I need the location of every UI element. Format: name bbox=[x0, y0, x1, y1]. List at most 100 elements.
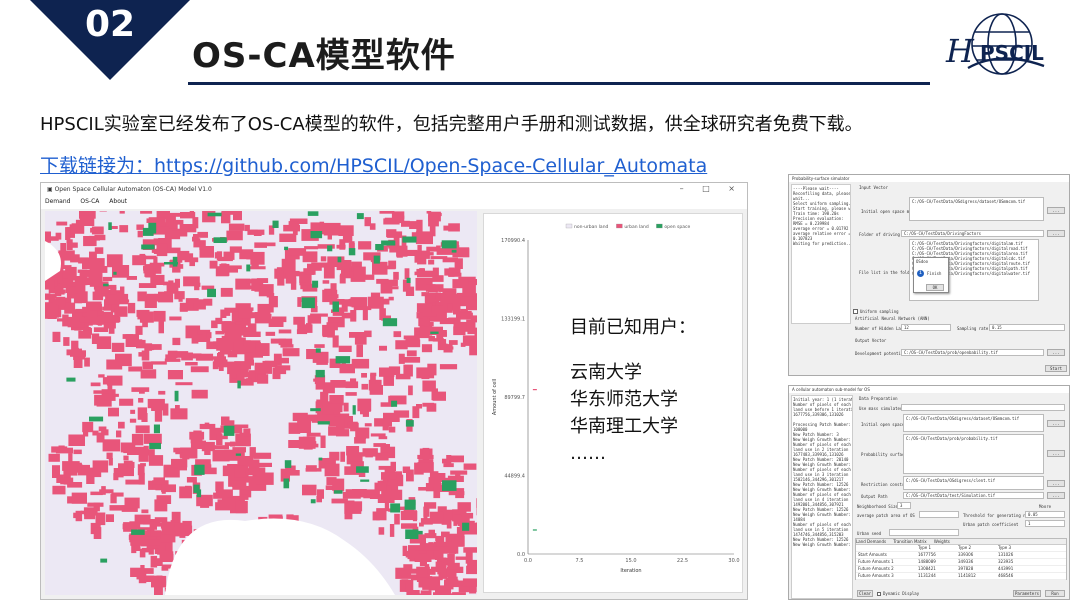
urban-cell bbox=[143, 265, 150, 271]
dev-potential-field[interactable]: C:/OS-CA/TestData/prob/openbability.tif bbox=[901, 349, 1044, 356]
table-cell[interactable]: Future Amounts 2 bbox=[856, 566, 916, 572]
window-controls: – □ × bbox=[680, 184, 743, 193]
urban-cell bbox=[458, 295, 474, 304]
urban-cell bbox=[417, 270, 434, 278]
table-cell[interactable]: 131026 bbox=[996, 552, 1036, 558]
urban-cell bbox=[197, 231, 208, 238]
urban-cell bbox=[139, 548, 146, 558]
urban-cell bbox=[328, 403, 343, 413]
shot1-initial-map-field[interactable]: C:/OS-CA/TestData/OSdigress/dataset/OSmm… bbox=[909, 197, 1044, 221]
urban-cell bbox=[185, 362, 198, 366]
shot1-browse-folder-button[interactable]: ... bbox=[1047, 230, 1065, 237]
restriction-field[interactable]: C:/OS-CA/TestData/OSdigress/clent.tif bbox=[903, 476, 1044, 490]
table-cell[interactable]: 349336 bbox=[956, 559, 996, 565]
shot1-start-button[interactable]: Start bbox=[1045, 365, 1067, 372]
urban-cell bbox=[140, 369, 157, 379]
open-space-cell bbox=[246, 264, 251, 272]
urban-cell bbox=[418, 487, 434, 491]
open-space-cell bbox=[284, 460, 292, 468]
section-number: 02 bbox=[84, 4, 136, 45]
urban-cell bbox=[339, 363, 355, 374]
table-cell[interactable]: Future Amounts 1 bbox=[856, 559, 916, 565]
dynamic-display-checkbox[interactable] bbox=[877, 592, 881, 596]
output-path-field[interactable]: C:/OS-CA/TestData/test/Simulation.tif bbox=[903, 492, 1044, 499]
urban-cell bbox=[221, 416, 230, 426]
sampling-rate-field[interactable]: 0.15 bbox=[989, 324, 1065, 331]
finish-dialog-ok-button[interactable]: OK bbox=[926, 284, 944, 291]
close-button[interactable]: × bbox=[728, 184, 743, 193]
shot2-browse-output-button[interactable]: ... bbox=[1047, 492, 1065, 499]
run-button[interactable]: Run bbox=[1045, 590, 1065, 597]
urban-seed-field[interactable] bbox=[889, 529, 959, 536]
menu-about[interactable]: About bbox=[109, 198, 127, 205]
clear-button[interactable]: Clear bbox=[857, 590, 873, 597]
urban-cell bbox=[83, 425, 89, 437]
shot2-browse-restriction-button[interactable]: ... bbox=[1047, 480, 1065, 487]
known-user-item: …… bbox=[570, 443, 606, 464]
table-cell[interactable]: 1677756 bbox=[916, 552, 956, 558]
urban-cell bbox=[71, 492, 87, 504]
download-link[interactable]: 下载链接为：https://github.com/HPSCIL/Open-Spa… bbox=[40, 151, 707, 178]
tab-transition-matrix[interactable]: Transition Matrix bbox=[893, 539, 926, 544]
shot1-browse-initial-button[interactable]: ... bbox=[1047, 207, 1065, 214]
table-cell[interactable]: 1488089 bbox=[916, 559, 956, 565]
urban-cell bbox=[174, 278, 180, 288]
urban-cell bbox=[191, 389, 208, 399]
table-cell[interactable]: 468546 bbox=[996, 573, 1036, 579]
urban-cell bbox=[206, 332, 212, 339]
urban-cell bbox=[177, 250, 190, 261]
tab-land-demands[interactable]: Land Demands bbox=[856, 539, 886, 544]
table-cell[interactable]: 339306 bbox=[956, 552, 996, 558]
table-cell[interactable]: Future Amounts 3 bbox=[856, 573, 916, 579]
table-cell[interactable]: 1141812 bbox=[956, 573, 996, 579]
menu-demand[interactable]: Demand bbox=[45, 198, 70, 205]
urban-cell bbox=[364, 217, 371, 227]
minimize-button[interactable]: – bbox=[680, 184, 692, 193]
shot1-browse-output-button[interactable]: ... bbox=[1047, 349, 1065, 356]
table-cell[interactable]: Start Amounts bbox=[856, 552, 916, 558]
urban-cell bbox=[84, 357, 90, 367]
neighborhood-field[interactable]: 3 bbox=[897, 502, 911, 509]
urban-cell bbox=[45, 279, 55, 290]
urban-cell bbox=[228, 223, 245, 231]
table-cell[interactable]: 323935 bbox=[996, 559, 1036, 565]
urban-cell bbox=[156, 243, 168, 257]
shot2-browse-prob-button[interactable]: ... bbox=[1047, 450, 1065, 457]
y-axis-label: Amount of cell bbox=[492, 379, 498, 415]
menu-osca[interactable]: OS-CA bbox=[80, 198, 99, 205]
urban-cell bbox=[452, 592, 466, 595]
threshold-field[interactable]: 0.05 bbox=[1025, 511, 1065, 518]
urban-cell bbox=[331, 498, 348, 504]
urban-cell bbox=[106, 375, 123, 386]
urban-cell bbox=[430, 256, 448, 260]
table-cell[interactable]: 443991 bbox=[996, 566, 1036, 572]
shot2-use-simulated-select[interactable] bbox=[901, 404, 1065, 411]
urban-cell bbox=[421, 292, 429, 297]
table-header-cell: Type 3 bbox=[998, 545, 1012, 550]
urban-cell bbox=[156, 495, 172, 504]
maximize-button[interactable]: □ bbox=[702, 184, 718, 193]
avg-patch-field[interactable] bbox=[919, 511, 959, 518]
urban-cell bbox=[215, 492, 231, 496]
y-tick-label: 133199.1 bbox=[501, 317, 525, 323]
shot1-driving-folder-field[interactable]: C:/OS-CA/TestData/DrivingFactors bbox=[901, 230, 1044, 237]
uniform-sampling-checkbox[interactable] bbox=[853, 309, 858, 314]
urban-cell bbox=[365, 454, 373, 458]
table-cell[interactable]: 397828 bbox=[956, 566, 996, 572]
urban-cell bbox=[124, 497, 140, 509]
y-tick-label: 44899.4 bbox=[504, 474, 525, 480]
table-cell[interactable]: 1308421 bbox=[916, 566, 956, 572]
shot2-browse-initial-button[interactable]: ... bbox=[1047, 420, 1065, 427]
table-cell[interactable]: 1131244 bbox=[916, 573, 956, 579]
shot2-prob-field[interactable]: C:/OS-CA/TestData/prob/probability.tif bbox=[903, 434, 1044, 474]
land-use-map[interactable] bbox=[45, 211, 477, 595]
urban-cell bbox=[141, 350, 150, 361]
open-space-cell bbox=[404, 499, 416, 510]
hidden-layer-field[interactable]: 12 bbox=[901, 324, 951, 331]
urban-cell bbox=[55, 232, 62, 240]
urban-cell bbox=[52, 299, 65, 304]
tab-weights[interactable]: Weights bbox=[934, 539, 950, 544]
shot2-initial-map-field[interactable]: C:/OS-CA/TestData/OSdigress/dataset/OSmm… bbox=[903, 414, 1044, 432]
urban-patch-field[interactable]: 1 bbox=[1025, 520, 1065, 527]
parameters-button[interactable]: Parameters bbox=[1013, 590, 1041, 597]
